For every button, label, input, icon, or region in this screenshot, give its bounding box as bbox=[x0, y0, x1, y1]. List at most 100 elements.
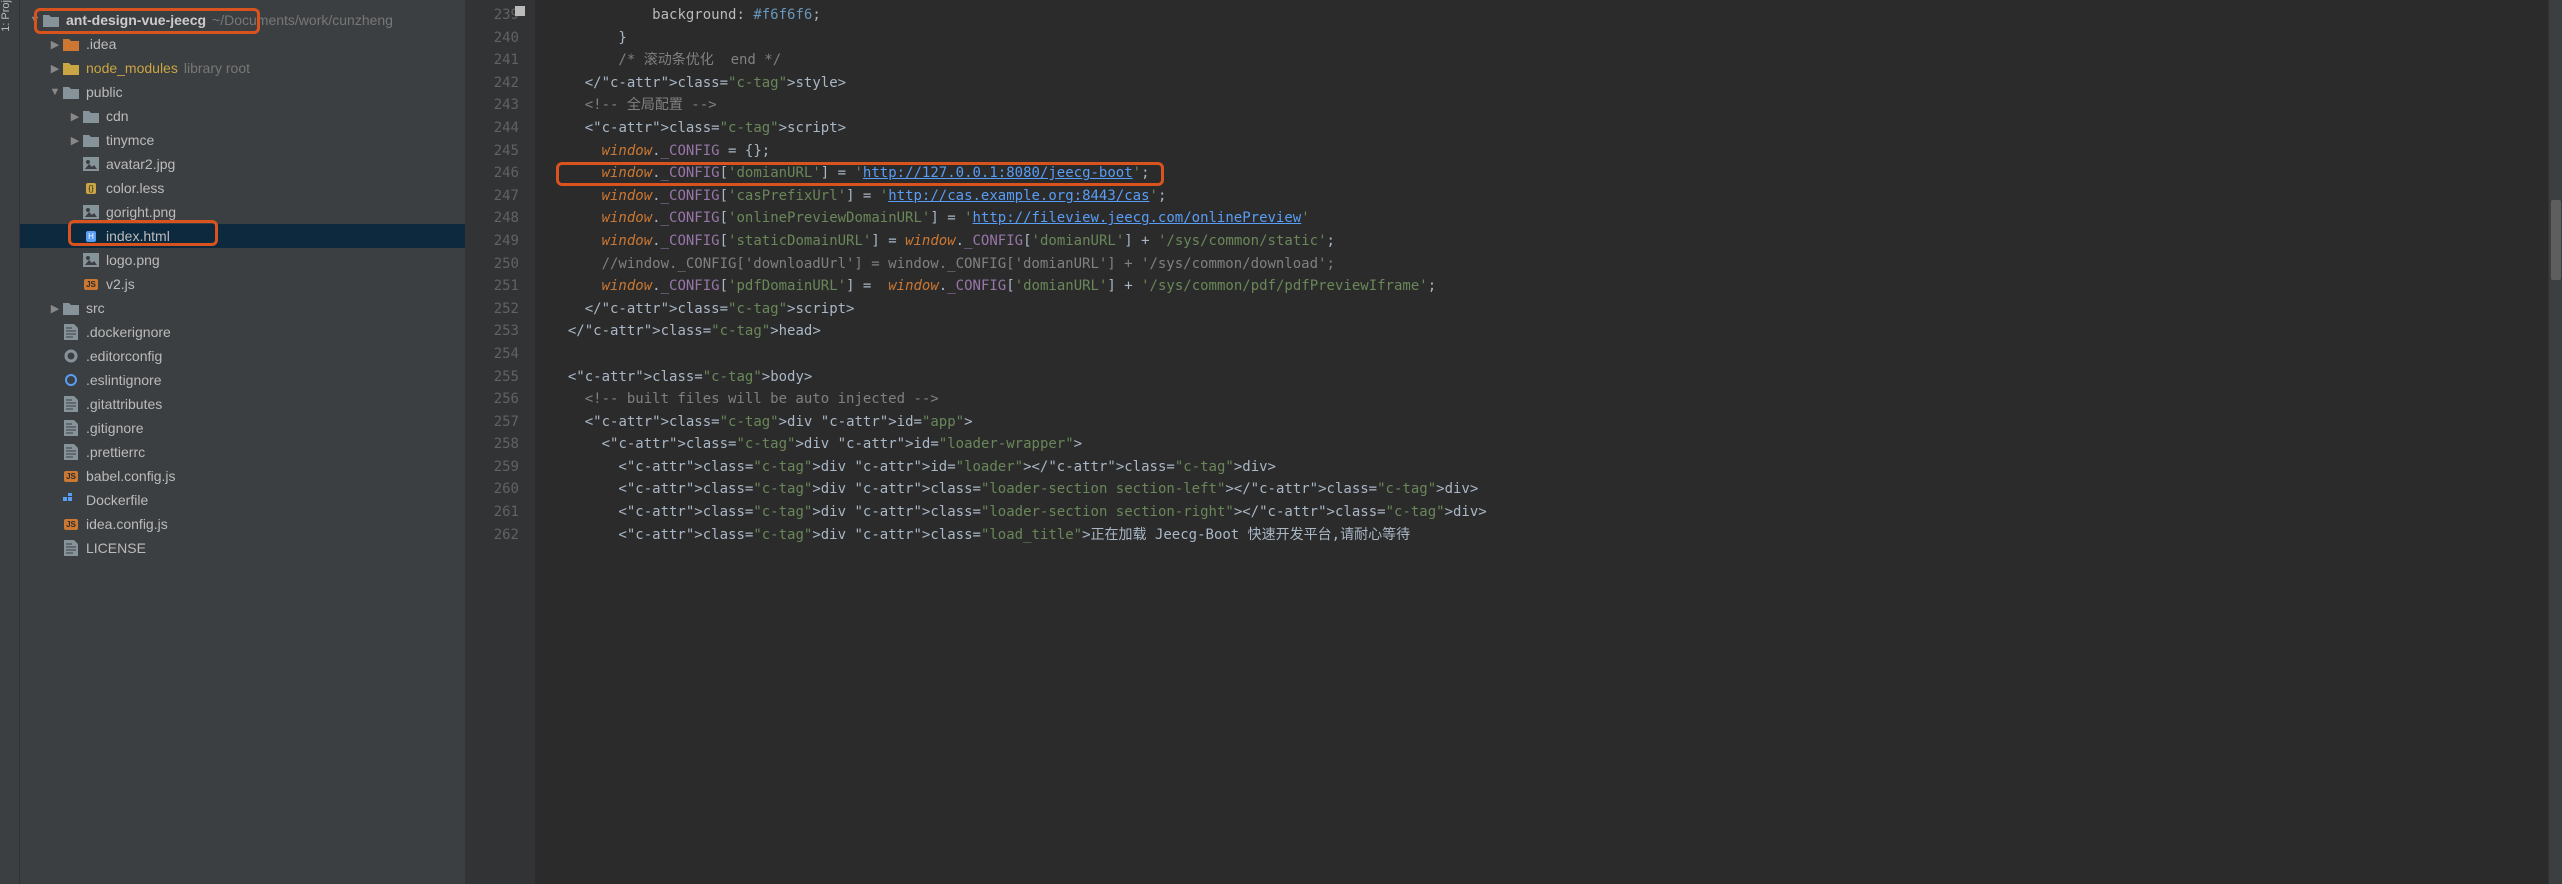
tree-item-babel-config-js[interactable]: JSbabel.config.js bbox=[20, 464, 465, 488]
code-line[interactable]: window._CONFIG['pdfDomainURL'] = window.… bbox=[551, 275, 2548, 298]
code-line[interactable]: <!-- 全局配置 --> bbox=[551, 94, 2548, 117]
code-line[interactable]: <!-- built files will be auto injected -… bbox=[551, 388, 2548, 411]
line-number[interactable]: 246 bbox=[465, 162, 519, 185]
line-number[interactable]: 249 bbox=[465, 230, 519, 253]
tree-item-avatar2-jpg[interactable]: avatar2.jpg bbox=[20, 152, 465, 176]
code-line[interactable]: <"c-attr">class="c-tag">div "c-attr">cla… bbox=[551, 478, 2548, 501]
project-tool-label[interactable]: 1: Proj bbox=[0, 0, 12, 42]
code-line[interactable]: window._CONFIG['staticDomainURL'] = wind… bbox=[551, 230, 2548, 253]
line-number[interactable]: 252 bbox=[465, 298, 519, 321]
line-number[interactable]: 244 bbox=[465, 117, 519, 140]
code-line[interactable]: </"c-attr">class="c-tag">script> bbox=[551, 298, 2548, 321]
tree-item-index-html[interactable]: Hindex.html bbox=[20, 224, 465, 248]
project-root-row[interactable]: ant-design-vue-jeecg ~/Documents/work/cu… bbox=[20, 8, 465, 32]
tree-item-tinymce[interactable]: tinymce bbox=[20, 128, 465, 152]
code-line[interactable]: <"c-attr">class="c-tag">div "c-attr">cla… bbox=[551, 524, 2548, 547]
line-number[interactable]: 254 bbox=[465, 343, 519, 366]
tree-item-logo-png[interactable]: logo.png bbox=[20, 248, 465, 272]
line-number[interactable]: 245 bbox=[465, 140, 519, 163]
tree-item--eslintignore[interactable]: .eslintignore bbox=[20, 368, 465, 392]
chevron-down-icon[interactable] bbox=[28, 14, 42, 26]
tree-item-label: index.html bbox=[106, 228, 170, 244]
tree-item--dockerignore[interactable]: .dockerignore bbox=[20, 320, 465, 344]
tool-window-bar[interactable]: 1: Proj bbox=[0, 0, 20, 884]
line-number[interactable]: 247 bbox=[465, 185, 519, 208]
code-line[interactable]: </"c-attr">class="c-tag">style> bbox=[551, 72, 2548, 95]
bookmark-icon[interactable] bbox=[515, 6, 525, 16]
tree-item--editorconfig[interactable]: .editorconfig bbox=[20, 344, 465, 368]
code-line[interactable]: <"c-attr">class="c-tag">body> bbox=[551, 366, 2548, 389]
line-number[interactable]: 256 bbox=[465, 388, 519, 411]
file-icon bbox=[62, 540, 80, 556]
file-icon bbox=[62, 324, 80, 340]
tree-item-goright-png[interactable]: goright.png bbox=[20, 200, 465, 224]
tree-item-v2-js[interactable]: JSv2.js bbox=[20, 272, 465, 296]
tree-item-idea-config-js[interactable]: JSidea.config.js bbox=[20, 512, 465, 536]
tree-item-src[interactable]: src bbox=[20, 296, 465, 320]
line-number[interactable]: 241 bbox=[465, 49, 519, 72]
chevron-right-icon[interactable] bbox=[48, 62, 62, 75]
tree-item-public[interactable]: public bbox=[20, 80, 465, 104]
tree-item-label: color.less bbox=[106, 180, 164, 196]
line-number[interactable]: 255 bbox=[465, 366, 519, 389]
tree-item-label: src bbox=[86, 300, 105, 316]
chevron-down-icon[interactable] bbox=[48, 86, 62, 98]
chevron-right-icon[interactable] bbox=[68, 134, 82, 147]
line-number[interactable]: 251 bbox=[465, 275, 519, 298]
tree-item-node-modules[interactable]: node_moduleslibrary root bbox=[20, 56, 465, 80]
code-line[interactable]: <"c-attr">class="c-tag">div "c-attr">id=… bbox=[551, 433, 2548, 456]
folder-icon bbox=[62, 300, 80, 316]
tree-item-label: .gitattributes bbox=[86, 396, 162, 412]
line-number[interactable]: 259 bbox=[465, 456, 519, 479]
code-line[interactable]: window._CONFIG['casPrefixUrl'] = 'http:/… bbox=[551, 185, 2548, 208]
code-line[interactable] bbox=[551, 343, 2548, 366]
tree-item--prettierrc[interactable]: .prettierrc bbox=[20, 440, 465, 464]
code-line[interactable]: window._CONFIG = {}; bbox=[551, 140, 2548, 163]
project-root-path: ~/Documents/work/cunzheng bbox=[212, 12, 393, 28]
code-line[interactable]: <"c-attr">class="c-tag">div "c-attr">cla… bbox=[551, 501, 2548, 524]
tree-item-label: tinymce bbox=[106, 132, 154, 148]
image-icon bbox=[82, 204, 100, 220]
line-number[interactable]: 239 bbox=[465, 4, 519, 27]
line-number-gutter[interactable]: 2392402412422432442452462472482492502512… bbox=[465, 0, 535, 884]
tree-item-cdn[interactable]: cdn bbox=[20, 104, 465, 128]
code-line[interactable]: window._CONFIG['domianURL'] = 'http://12… bbox=[551, 162, 2548, 185]
tree-item-license[interactable]: LICENSE bbox=[20, 536, 465, 560]
code-line[interactable]: /* 滚动条优化 end */ bbox=[551, 49, 2548, 72]
project-tree-panel: ant-design-vue-jeecg ~/Documents/work/cu… bbox=[20, 0, 465, 884]
line-number[interactable]: 240 bbox=[465, 27, 519, 50]
line-number[interactable]: 261 bbox=[465, 501, 519, 524]
code-line[interactable]: <"c-attr">class="c-tag">div "c-attr">id=… bbox=[551, 411, 2548, 434]
line-number[interactable]: 262 bbox=[465, 524, 519, 547]
code-line[interactable]: window._CONFIG['onlinePreviewDomainURL']… bbox=[551, 207, 2548, 230]
tree-item--gitignore[interactable]: .gitignore bbox=[20, 416, 465, 440]
line-number[interactable]: 242 bbox=[465, 72, 519, 95]
line-number[interactable]: 243 bbox=[465, 94, 519, 117]
chevron-right-icon[interactable] bbox=[48, 302, 62, 315]
scrollbar-thumb[interactable] bbox=[2551, 200, 2561, 280]
line-number[interactable]: 248 bbox=[465, 207, 519, 230]
code-line[interactable]: </"c-attr">class="c-tag">head> bbox=[551, 320, 2548, 343]
line-number[interactable]: 250 bbox=[465, 253, 519, 276]
code-editor[interactable]: background: #f6f6f6; } /* 滚动条优化 end */ <… bbox=[535, 0, 2548, 884]
file-icon bbox=[62, 396, 80, 412]
code-line[interactable]: <"c-attr">class="c-tag">div "c-attr">id=… bbox=[551, 456, 2548, 479]
tree-item--idea[interactable]: .idea bbox=[20, 32, 465, 56]
code-line[interactable]: background: #f6f6f6; bbox=[551, 4, 2548, 27]
line-number[interactable]: 258 bbox=[465, 433, 519, 456]
chevron-right-icon[interactable] bbox=[48, 38, 62, 51]
tree-item-label: avatar2.jpg bbox=[106, 156, 175, 172]
line-number[interactable]: 257 bbox=[465, 411, 519, 434]
tree-item-label: LICENSE bbox=[86, 540, 146, 556]
tree-item--gitattributes[interactable]: .gitattributes bbox=[20, 392, 465, 416]
chevron-right-icon[interactable] bbox=[68, 110, 82, 123]
vertical-scrollbar[interactable] bbox=[2548, 0, 2562, 884]
line-number[interactable]: 260 bbox=[465, 478, 519, 501]
line-number[interactable]: 253 bbox=[465, 320, 519, 343]
editor-area: 2392402412422432442452462472482492502512… bbox=[465, 0, 2562, 884]
tree-item-color-less[interactable]: {}color.less bbox=[20, 176, 465, 200]
code-line[interactable]: //window._CONFIG['downloadUrl'] = window… bbox=[551, 253, 2548, 276]
tree-item-dockerfile[interactable]: Dockerfile bbox=[20, 488, 465, 512]
code-line[interactable]: } bbox=[551, 27, 2548, 50]
code-line[interactable]: <"c-attr">class="c-tag">script> bbox=[551, 117, 2548, 140]
